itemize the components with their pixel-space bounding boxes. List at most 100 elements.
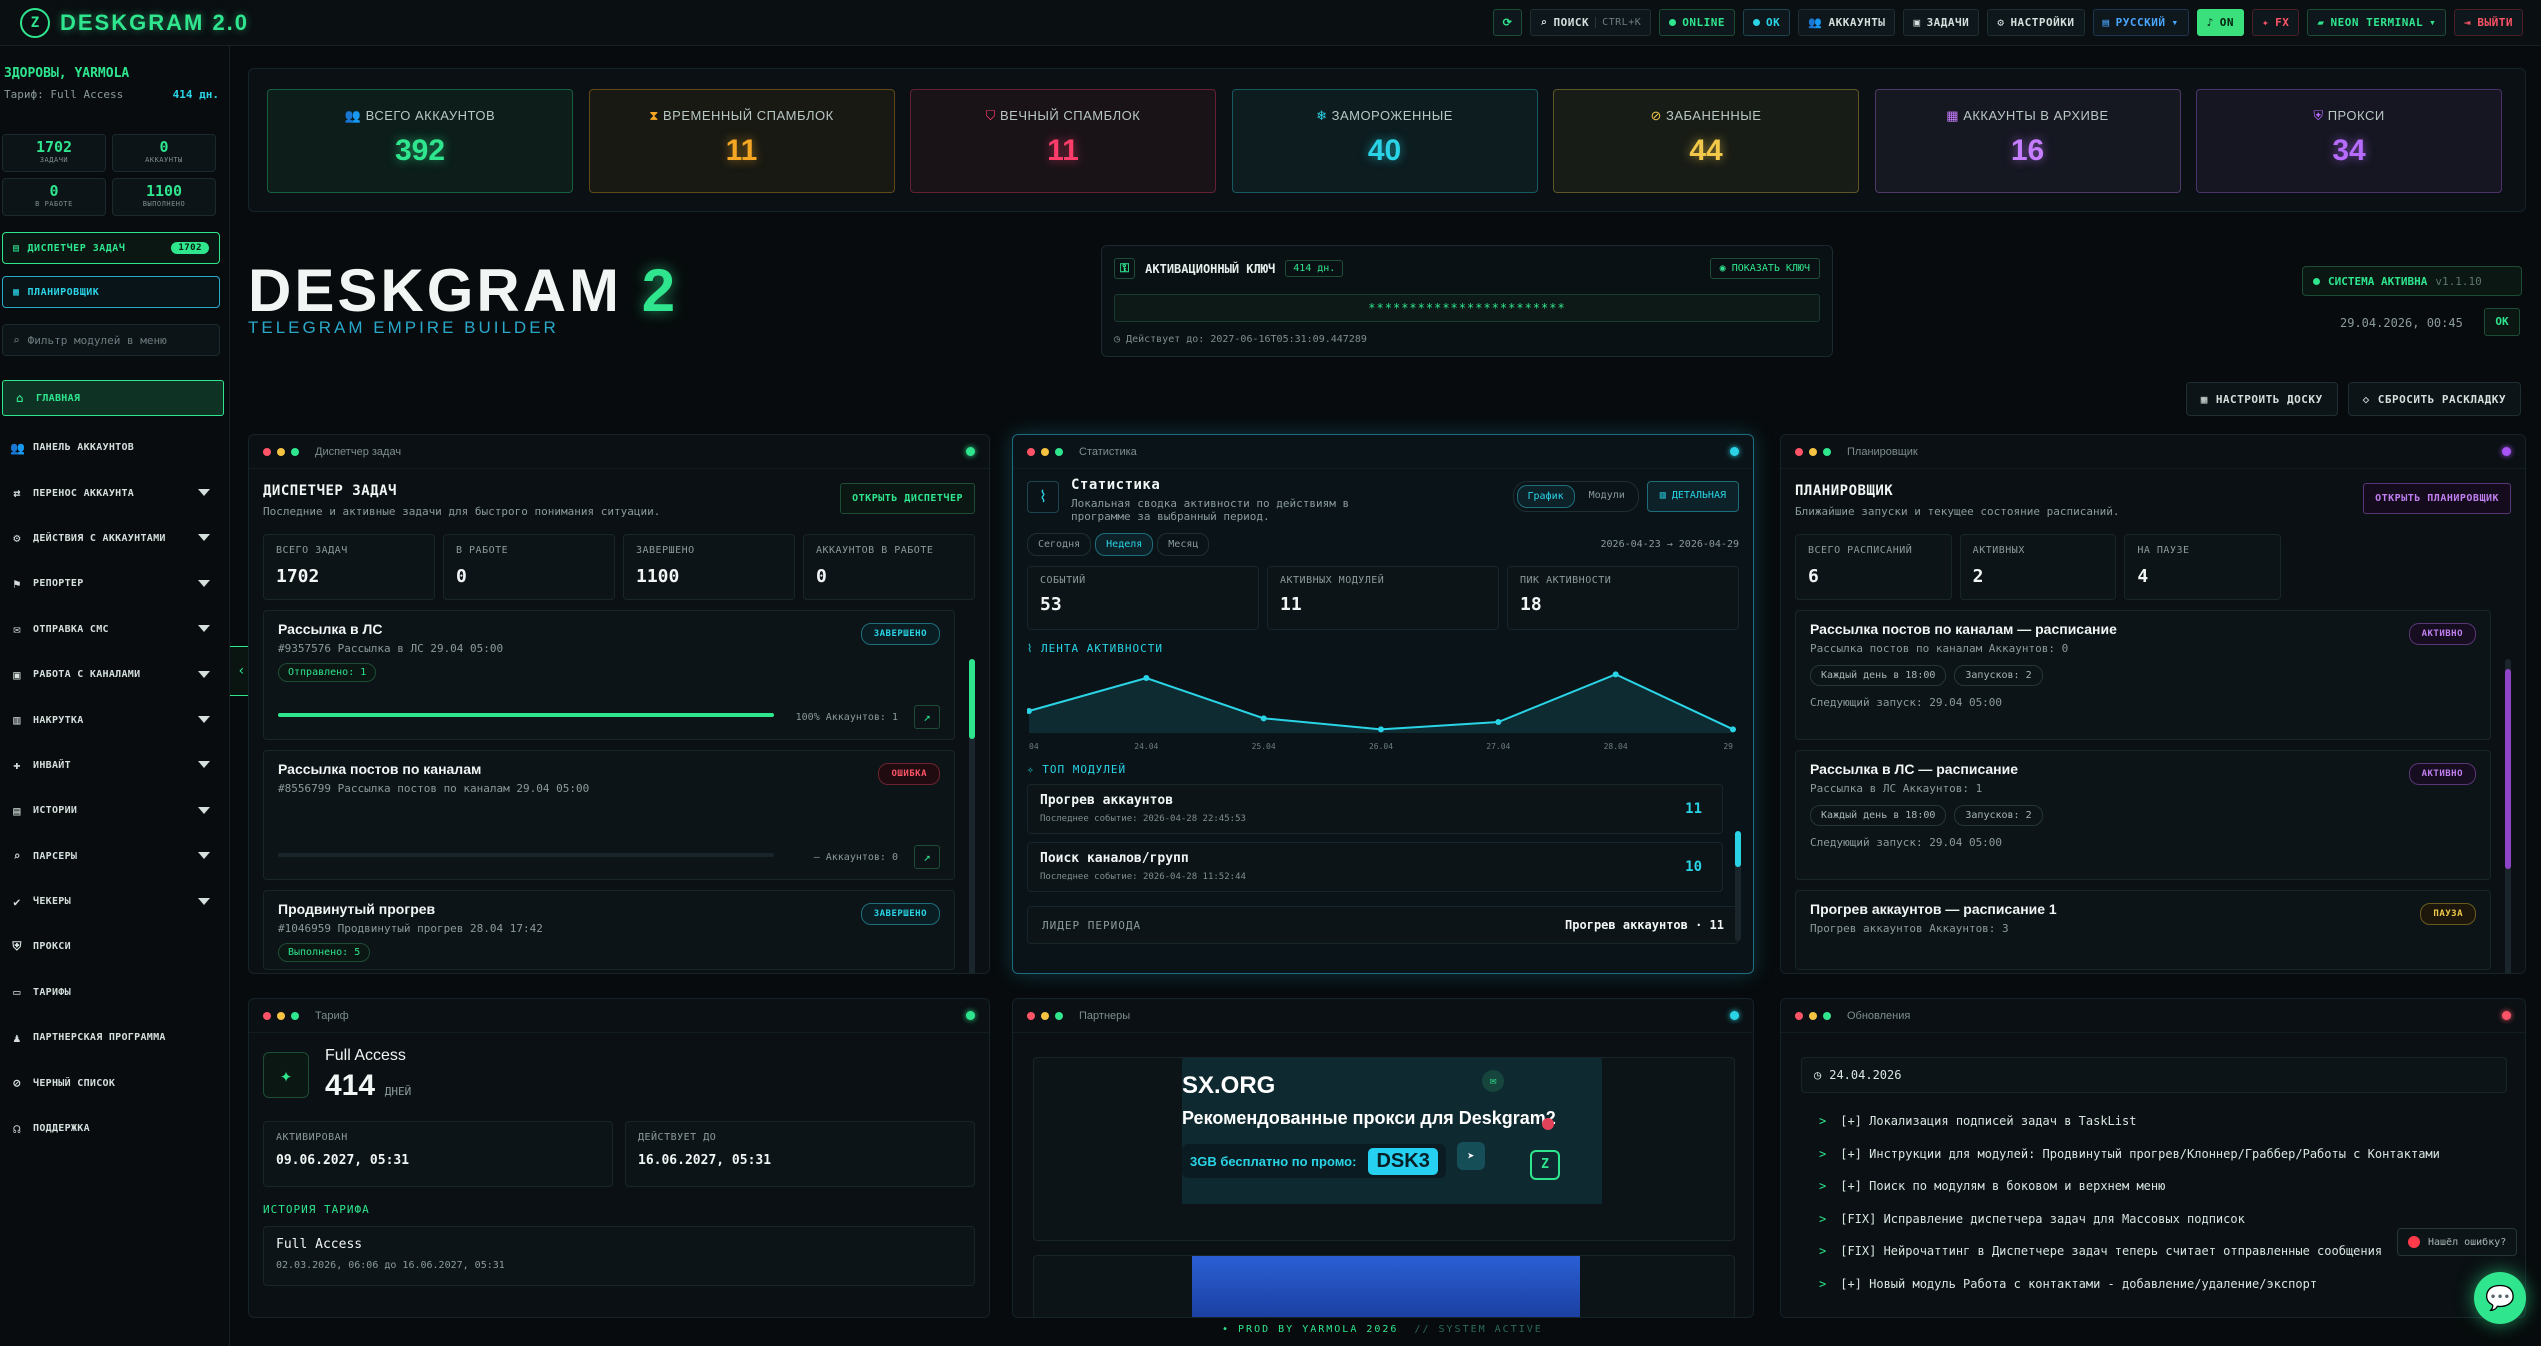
stat-card-6[interactable]: ⛨ ПРОКСИ 34 [2196, 89, 2502, 193]
widget-titlebar[interactable]: Планировщик [1781, 435, 2525, 469]
detailed-button[interactable]: ▥ ДЕТАЛЬНАЯ [1646, 481, 1739, 512]
schedule-card[interactable]: Прогрев аккаунтов — расписание 1 Прогрев … [1795, 890, 2491, 970]
sidebar-item-0[interactable]: ⌂ ГЛАВНАЯ [2, 380, 224, 416]
widget-titlebar[interactable]: Партнеры [1013, 999, 1753, 1033]
task-card[interactable]: Продвинутый прогрев #1046959 Продвинутый … [263, 890, 955, 970]
sidebar-item-15[interactable]: ⊘ ЧЕРНЫЙ СПИСОК [0, 1060, 224, 1105]
sidebar-item-3[interactable]: ⚙ ДЕЙСТВИЯ С АККАУНТАМИ [0, 516, 224, 561]
minimize-dot-icon[interactable] [1041, 1011, 1049, 1020]
widget-titlebar[interactable]: Обновления [1781, 999, 2525, 1033]
chevron-down-icon[interactable] [198, 670, 210, 678]
minimize-dot-icon[interactable] [1041, 447, 1049, 456]
open-task-icon[interactable]: ↗ [914, 705, 940, 729]
sidebar-item-6[interactable]: ▣ РАБОТА С КАНАЛАМИ [0, 652, 224, 697]
activation-key-field[interactable]: ************************ [1114, 294, 1820, 322]
maximize-dot-icon[interactable] [291, 1011, 299, 1020]
minimize-dot-icon[interactable] [1809, 1011, 1817, 1020]
view-modules-button[interactable]: Модули [1579, 485, 1635, 508]
chevron-down-icon[interactable] [198, 534, 210, 542]
maximize-dot-icon[interactable] [1055, 447, 1063, 456]
schedule-card[interactable]: Рассылка в ЛС — расписание Рассылка в ЛС … [1795, 750, 2491, 880]
period-option-0[interactable]: Сегодня [1027, 533, 1092, 556]
on-toggle[interactable]: ♪ ON [2196, 9, 2245, 36]
sidebar-item-1[interactable]: 👥 ПАНЕЛЬ АККАУНТОВ [0, 425, 224, 470]
chevron-down-icon[interactable] [198, 897, 210, 905]
partner-banner[interactable]: SX.ORG Рекомендованные прокси для Deskgr… [1182, 1058, 1602, 1204]
app-logo[interactable]: Z DESKGRAM 2.0 [0, 7, 249, 38]
period-option-2[interactable]: Месяц [1157, 533, 1210, 556]
language-select[interactable]: ▤ РУССКИЙ ▾ [2092, 9, 2189, 36]
close-dot-icon[interactable] [1027, 447, 1035, 456]
widget-titlebar[interactable]: Тариф [249, 999, 989, 1033]
module-row[interactable]: Прогрев аккаунтов Последнее событие: 2026… [1027, 784, 1723, 834]
stat-card-0[interactable]: 👥 ВСЕГО АККАУНТОВ 392 [267, 89, 573, 193]
chart-point-1[interactable] [1143, 675, 1150, 681]
chevron-down-icon[interactable] [198, 806, 210, 814]
dispatcher-button[interactable]: ▤ ДИСПЕТЧЕР ЗАДАЧ 1702 [2, 232, 220, 264]
maximize-dot-icon[interactable] [1823, 1011, 1831, 1020]
accounts-button[interactable]: 👥 АККАУНТЫ [1798, 9, 1896, 36]
minimize-dot-icon[interactable] [277, 447, 285, 456]
configure-board-button[interactable]: ▦ НАСТРОИТЬ ДОСКУ [2185, 382, 2338, 416]
module-filter-input[interactable]: ⌕ Фильтр модулей в меню [2, 324, 220, 356]
reset-layout-button[interactable]: ◇ СБРОСИТЬ РАСКЛАДКУ [2347, 382, 2521, 416]
sidebar-item-2[interactable]: ⇄ ПЕРЕНОС АККАУНТА [0, 470, 224, 515]
close-dot-icon[interactable] [263, 1011, 271, 1020]
online-status-button[interactable]: ONLINE [1659, 9, 1735, 36]
system-ok-button[interactable]: OK [2484, 308, 2520, 336]
chart-point-6[interactable] [1730, 726, 1736, 733]
minimize-dot-icon[interactable] [1809, 447, 1817, 456]
view-chart-button[interactable]: График [1516, 485, 1575, 508]
sidebar-item-4[interactable]: ⚑ РЕПОРТЕР [0, 561, 224, 606]
support-chat-button[interactable]: 💬 [2474, 1272, 2526, 1324]
search-button[interactable]: ⌕ ПОИСК CTRL+K [1530, 9, 1652, 36]
open-task-icon[interactable]: ↗ [914, 845, 940, 869]
report-bug-button[interactable]: Нашёл ошибку? [2397, 1228, 2518, 1256]
open-planner-button[interactable]: ОТКРЫТЬ ПЛАНИРОВЩИК [2363, 483, 2511, 514]
sidebar-item-13[interactable]: ▭ ТАРИФЫ [0, 970, 224, 1015]
modules-scrollbar[interactable] [1735, 831, 1741, 941]
chevron-down-icon[interactable] [198, 761, 210, 769]
chevron-down-icon[interactable] [198, 625, 210, 633]
sidebar-item-11[interactable]: ✔ ЧЕКЕРЫ [0, 879, 224, 924]
promo-code[interactable]: DSK3 [1368, 1147, 1438, 1175]
partner-banner-2[interactable] [1192, 1256, 1580, 1317]
sidebar-item-12[interactable]: ⛨ ПРОКСИ [0, 924, 224, 969]
chevron-down-icon[interactable] [198, 489, 210, 497]
sidebar-item-9[interactable]: ▤ ИСТОРИИ [0, 788, 224, 833]
task-list-scrollbar[interactable] [969, 659, 975, 973]
widget-titlebar[interactable]: Диспетчер задач [249, 435, 989, 469]
stat-card-2[interactable]: ⛉ ВЕЧНЫЙ СПАМБЛОК 11 [910, 89, 1216, 193]
sidebar-item-5[interactable]: ✉ ОТПРАВКА СМС [0, 607, 224, 652]
task-card[interactable]: Рассылка в ЛС #9357576 Рассылка в ЛС 29.0… [263, 610, 955, 740]
maximize-dot-icon[interactable] [1823, 447, 1831, 456]
period-option-1[interactable]: Неделя [1095, 533, 1154, 556]
chart-point-2[interactable] [1260, 715, 1267, 722]
planner-button[interactable]: ▦ ПЛАНИРОВЩИК [2, 276, 220, 308]
chevron-down-icon[interactable] [198, 579, 210, 587]
stat-card-1[interactable]: ⧗ ВРЕМЕННЫЙ СПАМБЛОК 11 [588, 89, 895, 193]
chart-point-3[interactable] [1378, 726, 1384, 733]
module-row[interactable]: Поиск каналов/групп Последнее событие: 20… [1027, 842, 1723, 892]
ok-status-button[interactable]: OK [1743, 9, 1791, 36]
chevron-down-icon[interactable] [198, 716, 210, 724]
chart-point-4[interactable] [1495, 719, 1502, 725]
fx-toggle[interactable]: ✦ FX [2252, 9, 2300, 36]
close-dot-icon[interactable] [1795, 1011, 1803, 1020]
chevron-down-icon[interactable] [198, 852, 210, 860]
maximize-dot-icon[interactable] [291, 447, 299, 456]
schedule-card[interactable]: Рассылка постов по каналам — расписание Р… [1795, 610, 2491, 740]
close-dot-icon[interactable] [1795, 447, 1803, 456]
refresh-button[interactable]: ⟳ [1492, 9, 1523, 36]
theme-select[interactable]: ▰ NEON TERMINAL ▾ [2307, 9, 2447, 36]
sidebar-item-14[interactable]: ♟ ПАРТНЕРСКАЯ ПРОГРАММА [0, 1015, 224, 1060]
stat-card-5[interactable]: ▦ АККАУНТЫ В АРХИВЕ 16 [1874, 89, 2181, 193]
logout-button[interactable]: ⇥ ВЫЙТИ [2454, 9, 2523, 36]
sidebar-item-10[interactable]: ⌕ ПАРСЕРЫ [0, 834, 224, 879]
close-dot-icon[interactable] [1027, 1011, 1035, 1020]
sidebar-item-7[interactable]: ▥ НАКРУТКА [0, 697, 224, 742]
widget-titlebar[interactable]: Статистика [1013, 435, 1753, 469]
minimize-dot-icon[interactable] [277, 1011, 285, 1020]
stat-card-3[interactable]: ❄ ЗАМОРОЖЕННЫЕ 40 [1231, 89, 1538, 193]
planner-scrollbar[interactable] [2505, 659, 2511, 973]
